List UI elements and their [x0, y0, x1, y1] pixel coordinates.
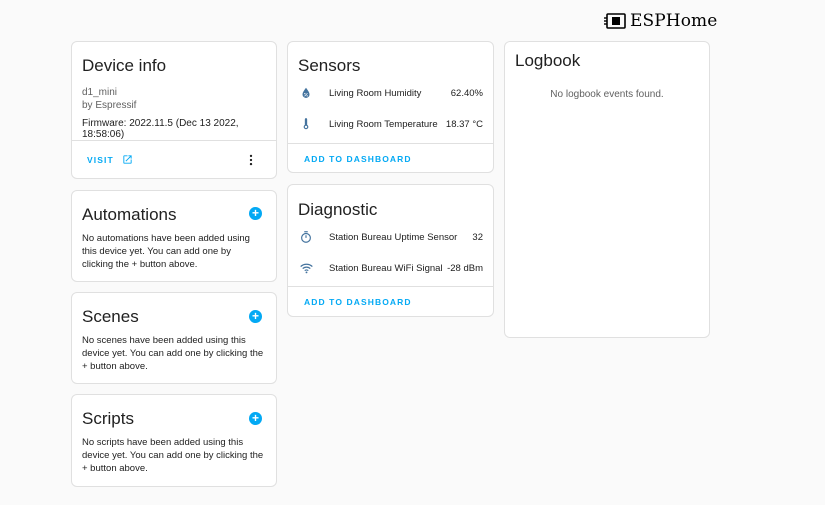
diagnostic-value: -28 dBm: [447, 262, 483, 274]
more-vert-icon[interactable]: [244, 153, 258, 167]
device-info-title: Device info: [82, 56, 167, 75]
device-firmware: Firmware: 2022.11.5 (Dec 13 2022, 18:58:…: [82, 118, 239, 140]
automations-title: Automations: [82, 205, 177, 224]
diagnostic-add-to-dashboard-button[interactable]: ADD TO DASHBOARD: [304, 297, 412, 307]
diagnostic-label: Station Bureau Uptime Sensor: [329, 231, 458, 243]
device-model: d1_mini: [82, 87, 118, 98]
sensor-label: Living Room Humidity: [329, 87, 422, 99]
logbook-empty-text: No logbook events found.: [550, 89, 664, 100]
brand-name: ESPHome: [630, 11, 718, 31]
add-script-button[interactable]: +: [249, 412, 262, 425]
diagnostic-label: Station Bureau WiFi Signal: [329, 262, 443, 274]
sensors-title: Sensors: [298, 56, 361, 75]
divider: [288, 286, 493, 287]
scripts-card: Scripts + No scripts have been added usi…: [71, 394, 277, 487]
scenes-title: Scenes: [82, 307, 139, 326]
scenes-card: Scenes + No scenes have been added using…: [71, 292, 277, 384]
automations-empty-text: No automations have been added using thi…: [82, 233, 250, 270]
esphome-brand: ESPHome: [604, 10, 717, 32]
diagnostic-title: Diagnostic: [298, 200, 378, 219]
add-automation-button[interactable]: +: [249, 207, 262, 220]
wifi-icon: [298, 260, 314, 276]
sensors-add-to-dashboard-button[interactable]: ADD TO DASHBOARD: [304, 154, 412, 164]
logbook-title: Logbook: [515, 51, 581, 70]
automations-card: Automations + No automations have been a…: [71, 190, 277, 282]
divider: [288, 143, 493, 144]
timer-icon: [298, 229, 314, 245]
sensor-label: Living Room Temperature: [329, 118, 438, 130]
diagnostic-value: 32: [472, 231, 483, 243]
sensor-row-temperature[interactable]: Living Room Temperature 18.37 °C: [298, 114, 483, 134]
add-scene-button[interactable]: +: [249, 310, 262, 323]
device-manufacturer: by Espressif: [82, 100, 137, 111]
scenes-empty-text: No scenes have been added using this dev…: [82, 335, 264, 372]
visit-label: VISIT: [87, 154, 114, 165]
sensor-value: 18.37 °C: [445, 118, 483, 130]
esphome-logo-icon: [604, 13, 626, 29]
device-info-card: Device info d1_mini by Espressif Firmwar…: [71, 41, 277, 179]
divider: [72, 140, 276, 141]
diagnostic-row-wifi[interactable]: Station Bureau WiFi Signal -28 dBm: [298, 258, 483, 278]
visit-link[interactable]: VISIT: [87, 154, 133, 165]
open-in-new-icon: [123, 155, 132, 164]
logbook-card: Logbook No logbook events found.: [504, 41, 710, 338]
scripts-empty-text: No scripts have been added using this de…: [82, 437, 264, 474]
diagnostic-row-uptime[interactable]: Station Bureau Uptime Sensor 32: [298, 227, 483, 247]
sensor-value: 62.40%: [450, 87, 483, 99]
diagnostic-card: Diagnostic Station Bureau Uptime Sensor …: [287, 184, 494, 317]
water-percent-icon: [298, 85, 314, 101]
sensors-card: Sensors Living Room Humidity 62.40% Livi…: [287, 41, 494, 173]
sensor-row-humidity[interactable]: Living Room Humidity 62.40%: [298, 83, 483, 103]
scripts-title: Scripts: [82, 409, 134, 428]
thermometer-icon: [298, 116, 314, 132]
